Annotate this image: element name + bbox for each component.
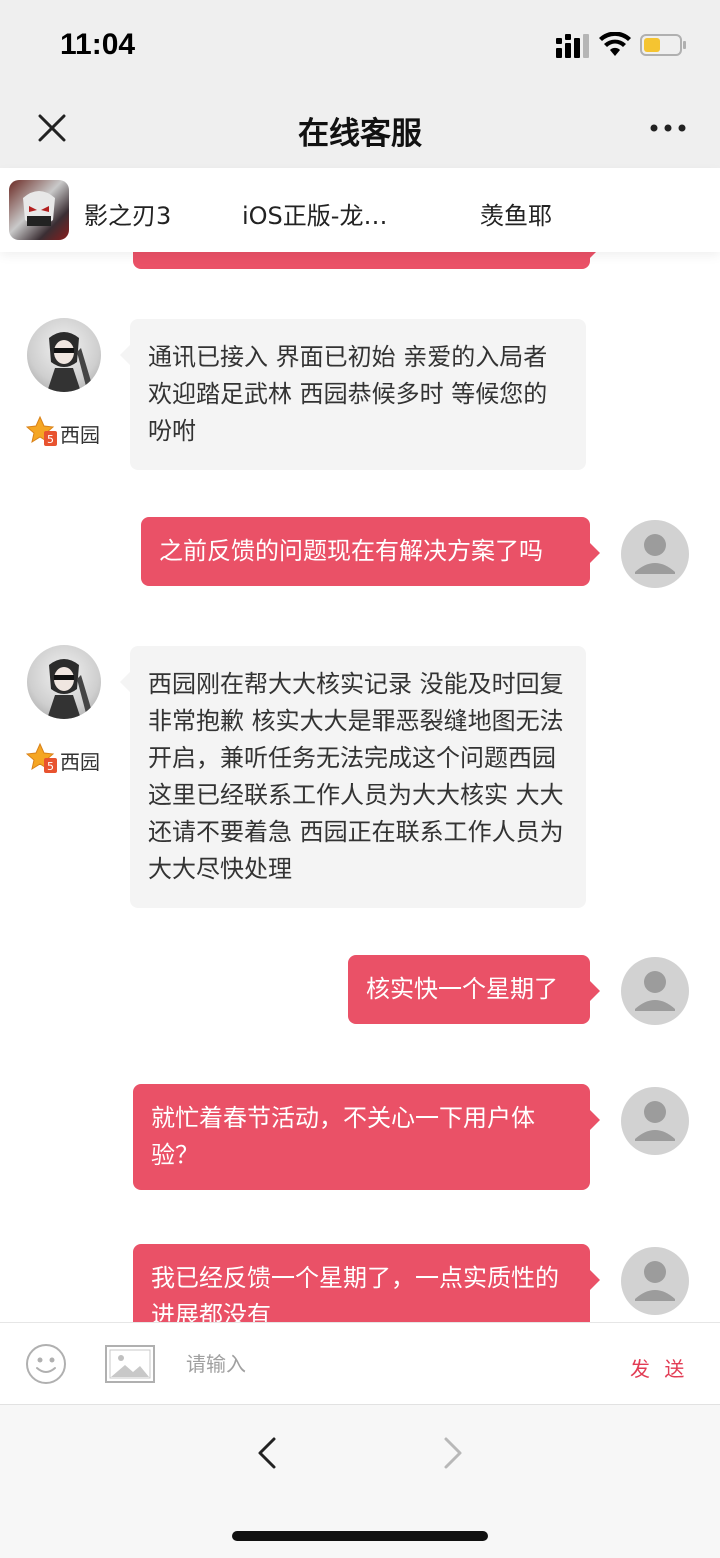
user-avatar <box>621 1247 689 1315</box>
emoji-icon[interactable] <box>25 1343 67 1385</box>
more-icon[interactable] <box>644 116 692 140</box>
user-message: 核实快一个星期了 <box>348 955 600 1024</box>
image-icon[interactable] <box>105 1345 155 1383</box>
user-message: 我已经反馈一个星期了，一点实质性的进展都没有 <box>133 1244 600 1322</box>
nav-bar: 在线客服 <box>0 90 720 168</box>
customer-service-page: 11:04 在线客服 影之刃3 iOS正版-龙… 羡鱼耶 5 西园 通讯已接入 … <box>0 0 720 1558</box>
page-title: 在线客服 <box>298 116 422 152</box>
user-avatar <box>621 1087 689 1155</box>
default-avatar-icon <box>635 1261 675 1301</box>
user-avatar <box>621 520 689 588</box>
server-name: iOS正版-龙… <box>242 202 388 230</box>
agent-name: 西园 <box>60 750 100 774</box>
agent-avatar <box>27 645 101 719</box>
role-name: 羡鱼耶 <box>480 202 552 230</box>
svg-text:5: 5 <box>47 760 54 773</box>
forward-arrow-icon[interactable] <box>432 1431 472 1475</box>
home-indicator[interactable] <box>232 1531 488 1541</box>
agent-portrait-icon <box>47 659 93 719</box>
send-button[interactable]: 发 送 <box>630 1353 688 1382</box>
message-input[interactable] <box>186 1345 586 1383</box>
user-message: 之前反馈的问题现在有解决方案了吗 <box>141 517 600 586</box>
user-message: 就忙着春节活动，不关心一下用户体验？ <box>133 1084 600 1190</box>
user-avatar <box>621 957 689 1025</box>
battery-icon <box>640 34 686 56</box>
svg-text:5: 5 <box>47 433 54 446</box>
status-time: 11:04 <box>60 28 136 61</box>
game-info-bar: 影之刃3 iOS正版-龙… 羡鱼耶 <box>0 168 720 252</box>
agent-badge: 5 西园 <box>26 742 110 774</box>
agent-avatar <box>27 318 101 392</box>
game-icon <box>9 180 69 240</box>
agent-badge: 5 西园 <box>26 415 110 447</box>
agent-message: 西园刚在帮大大核实记录 没能及时回复非常抱歉 核实大大是罪恶裂缝地图无法开启，兼… <box>120 646 586 908</box>
game-art-icon <box>23 191 55 226</box>
browser-toolbar <box>0 1404 720 1558</box>
default-avatar-icon <box>635 1101 675 1141</box>
star-rank-icon: 5 <box>26 742 57 773</box>
message-input-bar: 发 送 <box>0 1322 720 1404</box>
game-name: 影之刃3 <box>84 202 172 230</box>
status-bar: 11:04 <box>0 0 720 90</box>
default-avatar-icon <box>635 534 675 574</box>
agent-portrait-icon <box>47 332 93 392</box>
agent-message: 通讯已接入 界面已初始 亲爱的入局者 欢迎踏足武林 西园恭候多时 等候您的吩咐 <box>120 319 586 470</box>
star-rank-icon: 5 <box>26 415 57 446</box>
message-bubble-partial <box>133 252 600 269</box>
default-avatar-icon <box>635 971 675 1011</box>
chat-area[interactable]: 5 西园 通讯已接入 界面已初始 亲爱的入局者 欢迎踏足武林 西园恭候多时 等候… <box>0 252 720 1322</box>
agent-name: 西园 <box>60 423 100 447</box>
cellular-signal-icon <box>556 34 589 58</box>
wifi-icon <box>599 32 631 56</box>
back-arrow-icon[interactable] <box>248 1431 288 1475</box>
